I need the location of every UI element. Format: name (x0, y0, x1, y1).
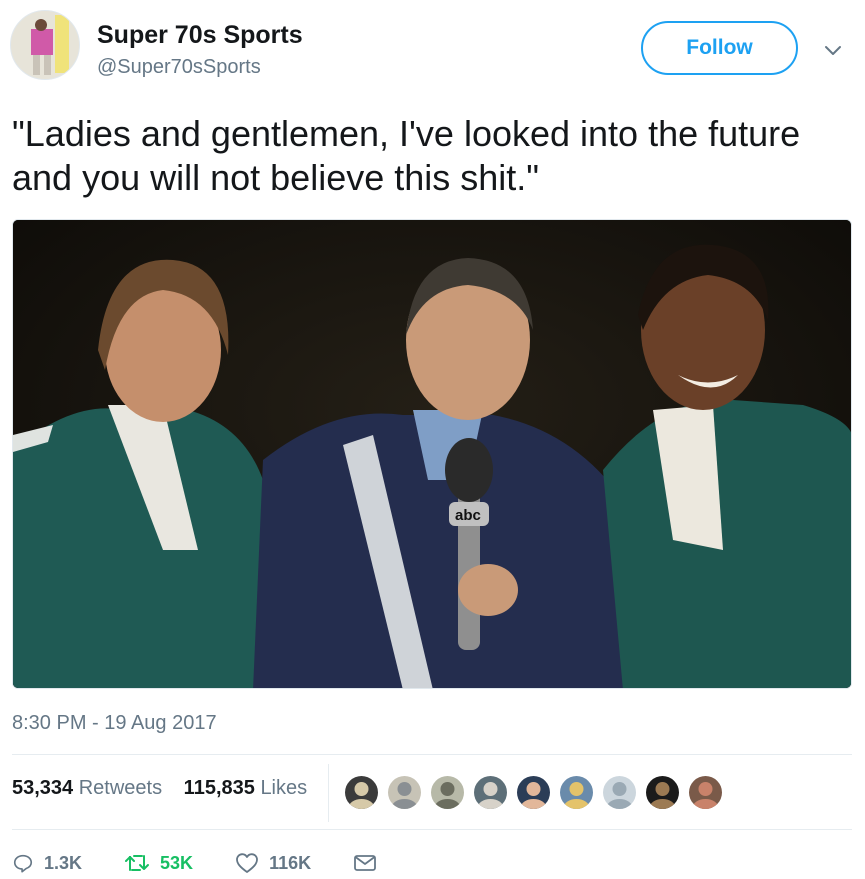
likes-count: 115,835 (183, 777, 255, 799)
reply-count: 1.3K (44, 852, 83, 873)
liker-avatar-8[interactable] (644, 774, 681, 811)
tweet-media-image[interactable]: abc (12, 219, 852, 689)
retweets-count: 53,334 (12, 777, 74, 799)
reply-icon (13, 854, 33, 873)
likes-label: Likes (260, 777, 308, 799)
abc-logo: abc (455, 507, 481, 524)
like-button[interactable]: 116K (235, 852, 311, 874)
stats-separator (328, 764, 329, 822)
liker-avatar-3[interactable] (429, 774, 466, 811)
liker-avatar-1[interactable] (343, 774, 380, 811)
likes-stat[interactable]: 115,835 Likes (184, 777, 307, 800)
tweet-stats: 53,334 Retweets 115,835 Likes (12, 777, 323, 800)
reply-button[interactable]: 1.3K (12, 852, 82, 874)
retweet-count: 53K (160, 852, 194, 873)
divider (12, 754, 852, 755)
author-handle[interactable]: @Super70sSports (97, 56, 261, 79)
tweet-text: "Ladies and gentlemen, I've looked into … (12, 113, 801, 198)
retweet-icon (125, 855, 150, 871)
direct-message-button[interactable] (353, 853, 387, 873)
liker-avatar-2[interactable] (386, 774, 423, 811)
like-count: 116K (269, 852, 312, 873)
liker-avatar-7[interactable] (601, 774, 638, 811)
envelope-icon (354, 855, 377, 871)
liker-avatar-6[interactable] (558, 774, 595, 811)
liker-avatar-5[interactable] (515, 774, 552, 811)
liker-avatar-4[interactable] (472, 774, 509, 811)
tweet-timestamp[interactable]: 8:30 PM - 19 Aug 2017 (12, 712, 217, 735)
retweets-stat[interactable]: 53,334 Retweets (12, 777, 162, 800)
retweet-button[interactable]: 53K (124, 852, 193, 874)
liker-avatar-9[interactable] (687, 774, 724, 811)
liker-avatars (343, 774, 730, 814)
tweet-header: Super 70s Sports @Super70sSports Follow (10, 10, 855, 90)
author-name[interactable]: Super 70s Sports (97, 21, 303, 50)
follow-button[interactable]: Follow (641, 21, 798, 75)
author-avatar[interactable] (10, 10, 80, 80)
heart-icon (236, 853, 258, 873)
chevron-down-icon[interactable] (821, 38, 845, 62)
divider (12, 829, 852, 830)
tweet-actions: 1.3K 53K 116K (12, 846, 429, 879)
retweets-label: Retweets (78, 777, 163, 799)
